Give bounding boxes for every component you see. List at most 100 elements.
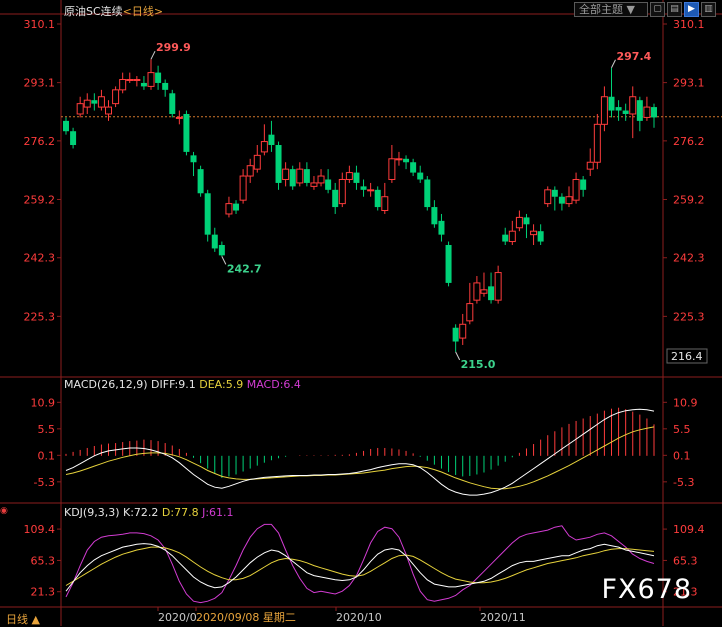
candle-body [615, 107, 622, 111]
candle-body [268, 134, 275, 146]
chart-mode-icon[interactable]: ▶ [684, 2, 699, 17]
macd-tick-label: 0.1 [38, 449, 56, 462]
price-tick-label: 310.1 [24, 18, 56, 31]
date-axis-label: 2020/11 [480, 611, 526, 624]
candle-body [211, 234, 218, 249]
kdj-tick-label: 65.3 [673, 554, 698, 567]
candle-body [325, 179, 332, 190]
candle-body [338, 178, 346, 205]
candle-body [190, 155, 197, 163]
price-tick-label: 242.3 [673, 252, 705, 265]
annotation-leader [150, 50, 156, 60]
candle-body [260, 141, 268, 153]
price-tick-label: 259.2 [673, 193, 705, 206]
chart-canvas[interactable]: 310.1 310.1 293.1 293.1 276.2 276.2 259.2 259.2… [0, 0, 722, 626]
candle-body [63, 120, 69, 132]
candle-body [175, 116, 183, 119]
fullscreen-icon[interactable]: ▢ [650, 2, 665, 17]
theme-dropdown[interactable]: 全部主题 ▼ [574, 2, 648, 17]
macd-dea-line [65, 426, 655, 490]
candle-body [572, 178, 580, 201]
kdj-j-value: J:61.1 [202, 506, 234, 519]
candle-body [282, 168, 290, 180]
candle-body [515, 216, 523, 229]
candle-body [353, 172, 360, 183]
candle-body [502, 234, 509, 242]
candle-body [622, 110, 629, 114]
candle-body [233, 203, 240, 211]
candle-body [126, 79, 134, 82]
kdj-k-value: K:72.2 [123, 506, 159, 519]
price-tick-label: 242.3 [24, 252, 56, 265]
candle-body [544, 189, 552, 205]
kdj-title: KDJ(9,3,3) [64, 506, 120, 519]
macd-macd-value: MACD:6.4 [246, 378, 301, 391]
kdj-d-line [65, 546, 655, 586]
candle-body [523, 217, 530, 225]
candle-body [608, 96, 615, 111]
candle-body [91, 100, 98, 104]
price-tick-label: 293.1 [673, 77, 705, 90]
chart-toolbar: 全部主题 ▼ ▢ ▤ ▶ ▥ [574, 2, 716, 17]
candle-body [480, 289, 488, 294]
annotation-leader [221, 256, 227, 265]
annotation-leader [611, 59, 616, 69]
candle-body [204, 193, 211, 235]
candle-body [197, 169, 204, 194]
annotation-label: 299.9 [156, 41, 191, 54]
macd-tick-label: 5.5 [38, 423, 56, 436]
period-label[interactable]: <日线> [123, 5, 163, 18]
candle-body [218, 244, 225, 256]
candle-body [580, 179, 587, 190]
candle-body [403, 158, 410, 163]
candle-body [360, 186, 367, 190]
candle-body [473, 282, 481, 301]
period-tab[interactable]: 日线 ▲ [6, 611, 40, 627]
candle-body [494, 272, 502, 301]
candle-body [317, 175, 325, 184]
date-axis-label: 2020/10 [336, 611, 382, 624]
candle-body [140, 82, 147, 87]
macd-tick-label: -5.3 [673, 476, 694, 489]
candle-body [253, 154, 261, 170]
kdj-tick-label: 65.3 [31, 554, 56, 567]
macd-tick-label: 0.1 [673, 449, 691, 462]
macd-tick-label: -5.3 [34, 476, 55, 489]
date-axis-label: 2020/09/08 星期二 [196, 611, 296, 624]
candle-body [417, 172, 424, 180]
candle-body [70, 131, 77, 146]
kdj-j-line [65, 523, 655, 604]
candle-body [296, 168, 304, 184]
candle-body [558, 196, 565, 204]
candle-body [289, 169, 296, 187]
candle-body [155, 72, 162, 83]
macd-diff-value: DIFF:9.1 [151, 378, 196, 391]
candle-body [162, 82, 169, 90]
kdj-tick-label: 21.3 [31, 586, 56, 599]
price-tick-label: 225.3 [24, 310, 56, 323]
candle-body [97, 96, 105, 108]
price-tick-label: 310.1 [673, 18, 705, 31]
candle-body [147, 72, 155, 87]
candle-body [445, 244, 452, 283]
record-dot-icon: ◉ [0, 506, 8, 516]
candle-body [183, 113, 190, 152]
candle-body [388, 158, 396, 180]
candle-body [83, 99, 91, 108]
candle-body [169, 93, 176, 114]
candle-body [410, 162, 417, 173]
candle-body [651, 107, 657, 118]
kdj-tick-label: 109.4 [24, 523, 56, 536]
candle-body [629, 96, 637, 115]
chevron-down-icon: ▼ [626, 3, 635, 16]
candle-body [636, 100, 643, 121]
annotation-label: 242.7 [227, 262, 262, 275]
annotation-leader [455, 351, 461, 361]
price-tick-label: 276.2 [673, 135, 705, 148]
layout-icon[interactable]: ▥ [701, 2, 716, 17]
candle-body [76, 103, 84, 115]
price-tick-label: 259.2 [24, 193, 56, 206]
theme-label: 全部主题 [579, 3, 623, 16]
candle-body [551, 189, 558, 197]
grid-icon[interactable]: ▤ [667, 2, 682, 17]
